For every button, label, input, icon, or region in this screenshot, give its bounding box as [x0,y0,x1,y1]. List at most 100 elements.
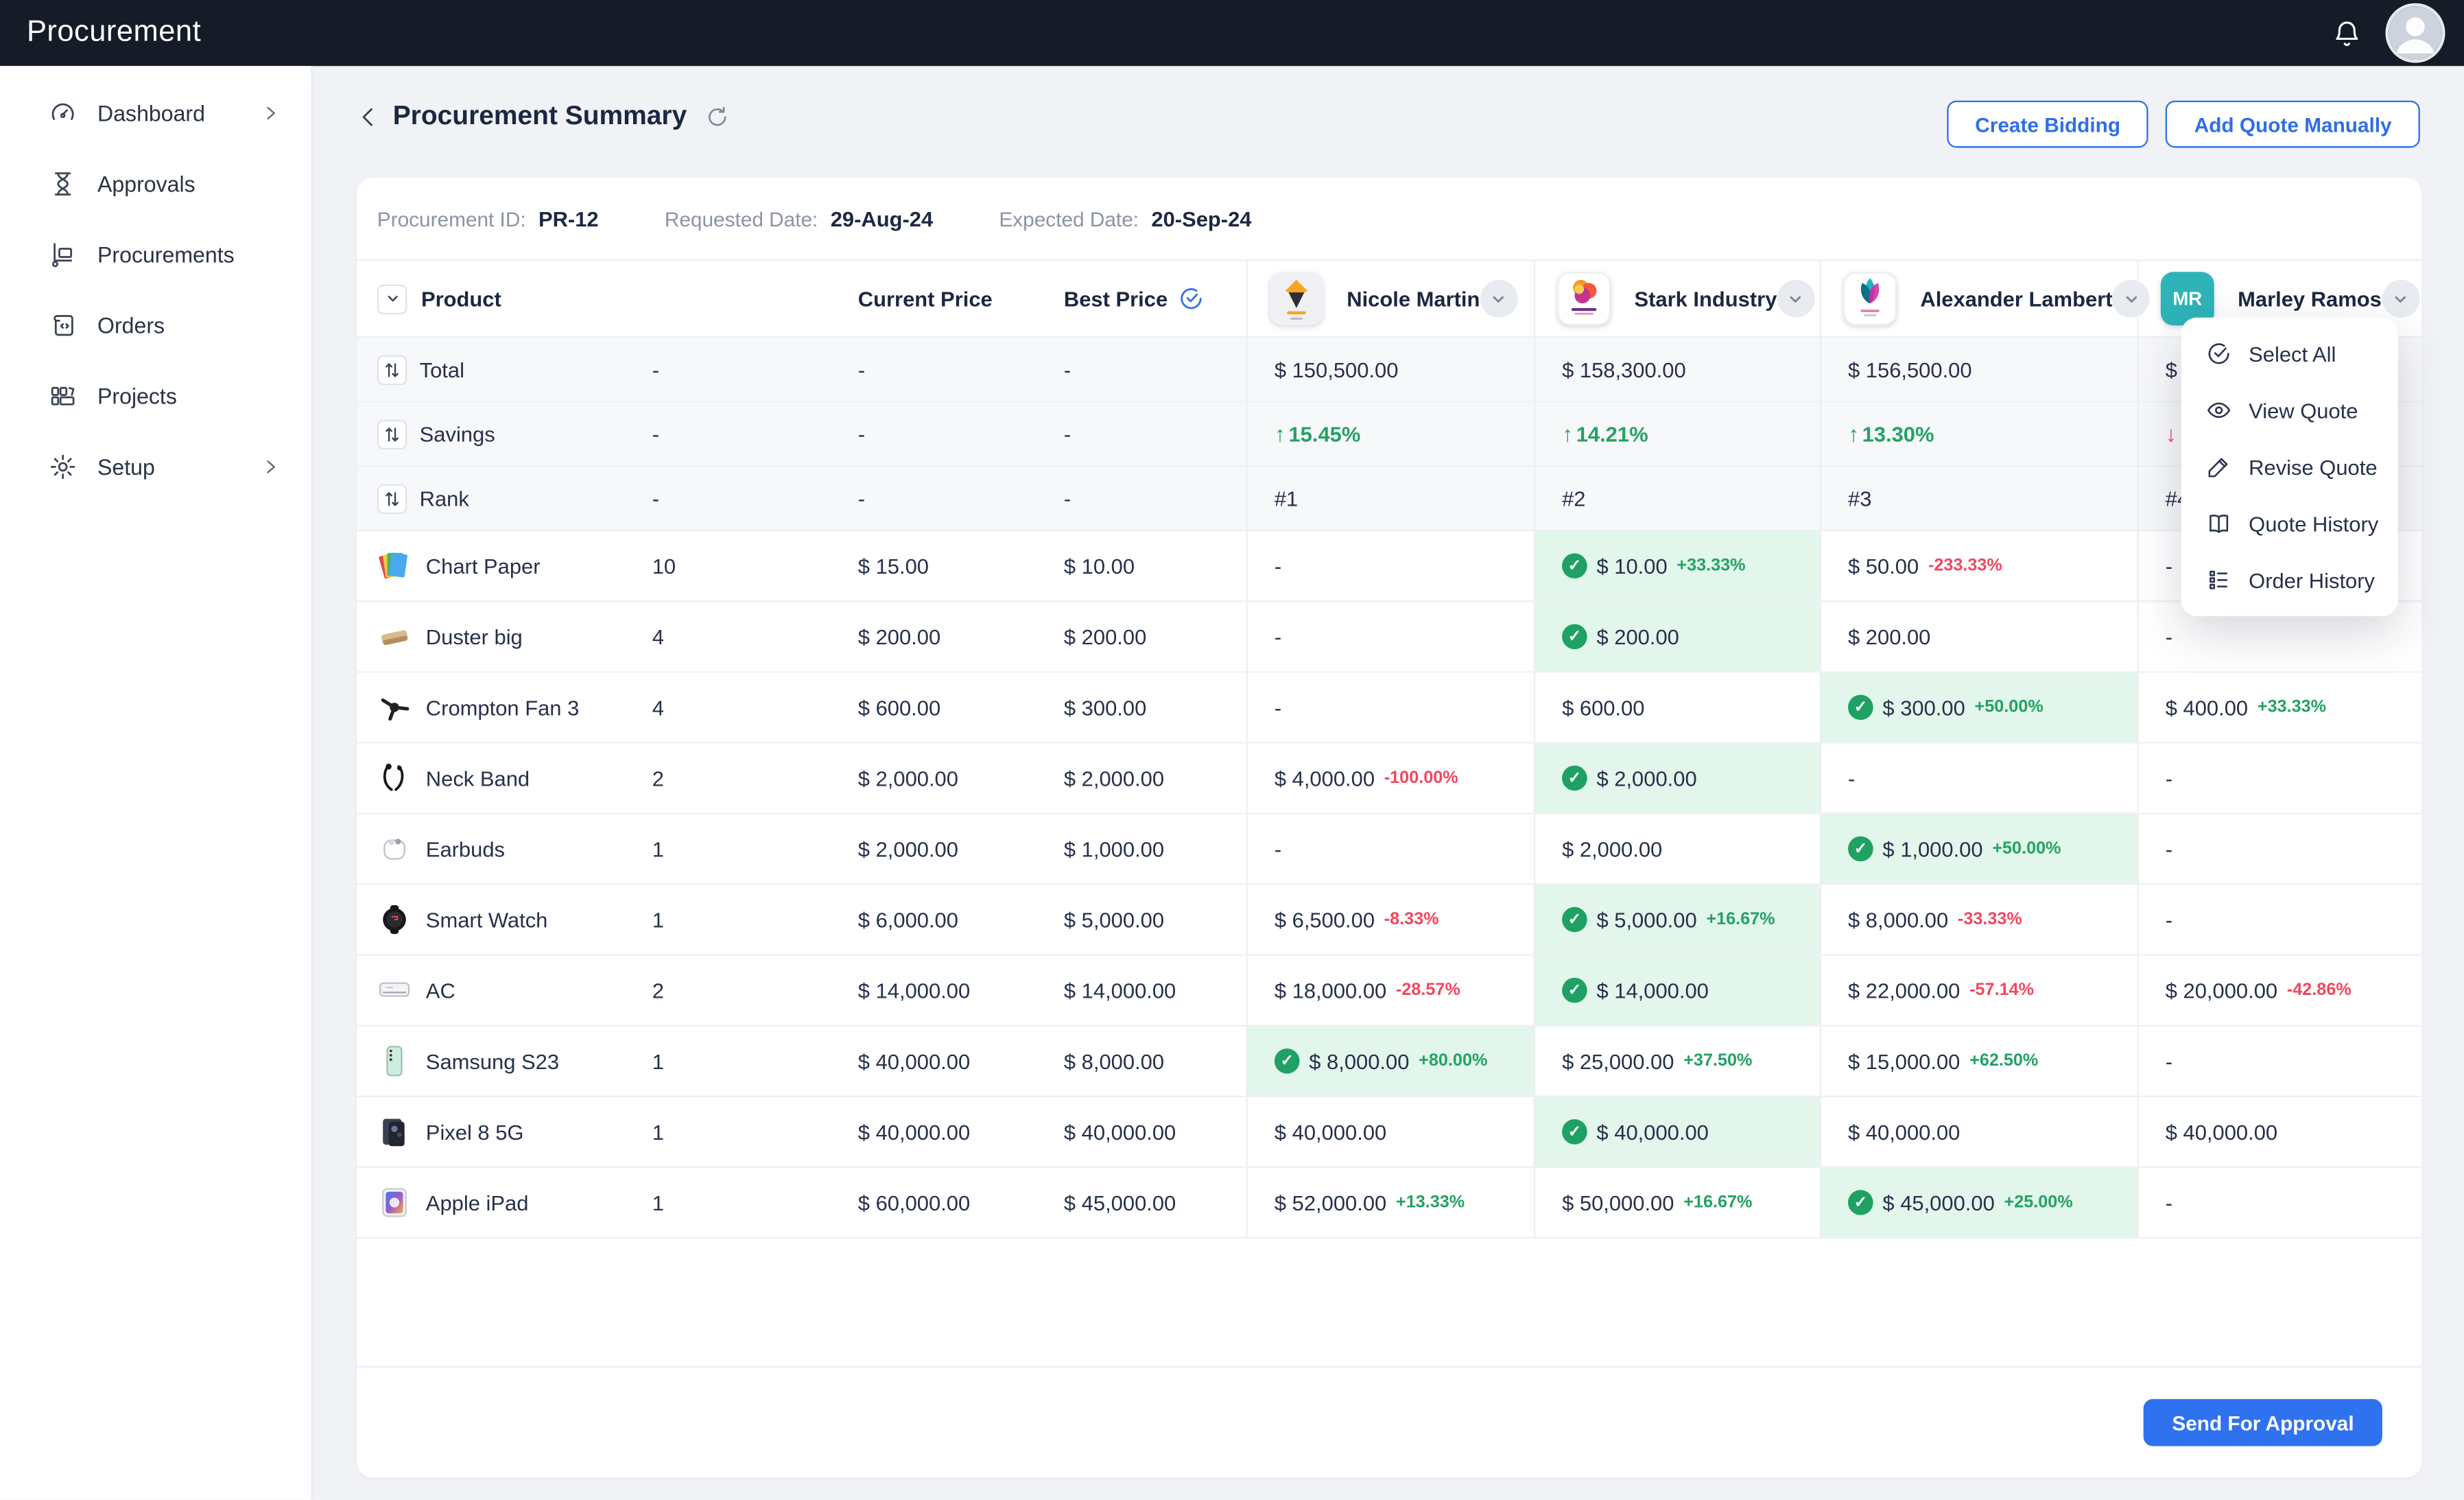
product-name: Earbuds [426,837,505,860]
top-bar: Procurement [0,0,2464,66]
product-row: Chart Paper10$ 15.00$ 10.00-✓$ 10.00+33.… [357,531,2421,602]
product-row: Pixel 8 5G1$ 40,000.00$ 40,000.00$ 40,00… [357,1097,2421,1168]
product-row: AC2$ 14,000.00$ 14,000.00$ 18,000.00-28.… [357,956,2421,1027]
sidebar-item-orders[interactable]: Orders [0,290,311,360]
product-image-samsung [377,1044,412,1078]
expected-date-label: Expected Date: [999,207,1139,230]
projects-icon [49,382,77,410]
current-price-cell: $ 200.00 [858,602,1064,671]
vendor-menu-button-stark[interactable] [1777,280,1814,318]
summary-row-rank: Rank---#1#2#3#4 [357,467,2421,531]
current-price-cell: $ 60,000.00 [858,1168,1064,1237]
vendor-quote-cell: ✓$ 2,000.00 [1534,744,1820,813]
vendor-quote-cell: ✓$ 45,000.00+25.00% [1820,1168,2137,1237]
sort-button[interactable] [377,483,407,513]
vendor-quote-cell: $ 150,500.00 [1246,338,1534,401]
vendor-quote-cell: ✓$ 14,000.00 [1534,956,1820,1025]
sidebar-item-approvals[interactable]: Approvals [0,148,311,218]
best-price-cell: $ 14,000.00 [1064,956,1246,1025]
send-for-approval-button[interactable]: Send For Approval [2144,1399,2382,1446]
vendor-quote-cell: #2 [1534,467,1820,530]
best-price-cell: $ 5,000.00 [1064,885,1246,954]
product-row: Smart Watch1$ 6,000.00$ 5,000.00$ 6,500.… [357,885,2421,956]
quantity-cell: 2 [652,744,858,813]
add-quote-manually-button[interactable]: Add Quote Manually [2166,101,2419,148]
product-column-header: Product [421,287,501,310]
sidebar: Dashboard Approvals Procurements [0,66,313,1499]
current-price-cell: $ 40,000.00 [858,1027,1064,1096]
current-price-cell: $ 2,000.00 [858,815,1064,884]
vendor-quote-cell: $ 200.00 [1820,602,2137,671]
menu-item-select-all[interactable]: Select All [2181,325,2398,382]
vendor-menu-button-nicole[interactable] [1480,280,1517,318]
vendor-quote-cell: ↑14.21% [1534,402,1820,465]
best-price-column-header: Best Price [1064,287,1168,310]
sidebar-item-setup[interactable]: Setup [0,431,311,502]
product-image-ac [377,973,412,1007]
sidebar-item-projects[interactable]: Projects [0,360,311,431]
vendor-quote-cell: - [2137,744,2422,813]
vendor-avatar-stark [1557,272,1611,325]
vendor-quote-cell: $ 22,000.00-57.14% [1820,956,2137,1025]
best-quote-badge-icon: ✓ [1562,907,1587,933]
vendor-quote-cell: - [1246,672,1534,742]
requested-date-value: 29-Aug-24 [831,207,934,230]
procurement-summary-card: Procurement ID: PR-12 Requested Date: 29… [357,178,2421,1478]
vendor-quote-cell: $ 40,000.00 [1820,1097,2137,1167]
vendor-name: Nicole Martin [1347,287,1480,310]
product-image-pixel [377,1114,412,1149]
product-image-chart-paper [377,548,412,583]
vendor-quote-cell: ✓$ 200.00 [1534,602,1820,671]
sidebar-item-label: Dashboard [97,99,205,125]
sort-button[interactable] [377,419,407,449]
menu-item-order-history[interactable]: Order History [2181,552,2398,608]
vendor-quote-cell: $ 8,000.00-33.33% [1820,885,2137,954]
notification-bell-icon[interactable] [2329,16,2363,50]
best-quote-badge-icon: ✓ [1848,836,1873,862]
vendor-name: Stark Industry [1634,287,1777,310]
product-row: Earbuds1$ 2,000.00$ 1,000.00-$ 2,000.00✓… [357,815,2421,885]
quantity-cell: 1 [652,1097,858,1167]
vendor-quote-cell: $ 18,000.00-28.57% [1246,956,1534,1025]
best-quote-badge-icon: ✓ [1848,1190,1873,1215]
approvals-icon [49,169,77,197]
quantity-cell: 10 [652,531,858,600]
menu-item-view-quote[interactable]: View Quote [2181,382,2398,438]
vendor-quote-cell: ✓$ 5,000.00+16.67% [1534,885,1820,954]
app-title: Procurement [27,16,201,50]
summary-row-total: Total---$ 150,500.00$ 158,300.00$ 156,50… [357,338,2421,403]
quantity-cell: 4 [652,672,858,742]
best-price-cell: $ 200.00 [1064,602,1246,671]
back-button[interactable] [357,104,380,128]
vendor-quote-cell: $ 52,000.00+13.33% [1246,1168,1534,1237]
summary-row-label: Savings [420,422,495,445]
current-price-cell: $ 15.00 [858,531,1064,600]
procurement-info-row: Procurement ID: PR-12 Requested Date: 29… [357,178,2421,259]
vendor-menu-button-marley[interactable] [2382,280,2419,318]
product-name: Apple iPad [426,1191,529,1214]
product-row: Samsung S231$ 40,000.00$ 8,000.00✓$ 8,00… [357,1027,2421,1097]
sidebar-item-dashboard[interactable]: Dashboard [0,77,311,148]
best-price-cell: $ 1,000.00 [1064,815,1246,884]
card-footer: Send For Approval [357,1366,2421,1478]
menu-item-revise-quote[interactable]: Revise Quote [2181,438,2398,495]
vendor-quote-cell: $ 156,500.00 [1820,338,2137,401]
product-name: AC [426,978,455,1002]
vendor-actions-menu: Select All View Quote Revise Quote Quote… [2181,318,2398,616]
best-quote-badge-icon: ✓ [1562,978,1587,1003]
product-name: Crompton Fan 3 [426,696,579,719]
vendor-quote-cell: $ 2,000.00 [1534,815,1820,884]
expected-date-value: 20-Sep-24 [1151,207,1251,230]
sort-button[interactable] [377,355,407,385]
list-icon [2206,567,2231,593]
user-avatar[interactable] [2389,6,2442,60]
vendor-quote-cell: $ 40,000.00 [1246,1097,1534,1167]
sidebar-item-procurements[interactable]: Procurements [0,218,311,289]
menu-item-quote-history[interactable]: Quote History [2181,495,2398,552]
collapse-all-button[interactable] [377,283,407,314]
product-name: Duster big [426,625,523,648]
refresh-icon[interactable] [706,104,729,128]
quantity-cell: 1 [652,1027,858,1096]
best-quote-badge-icon: ✓ [1562,1119,1587,1145]
create-bidding-button[interactable]: Create Bidding [1947,101,2148,148]
